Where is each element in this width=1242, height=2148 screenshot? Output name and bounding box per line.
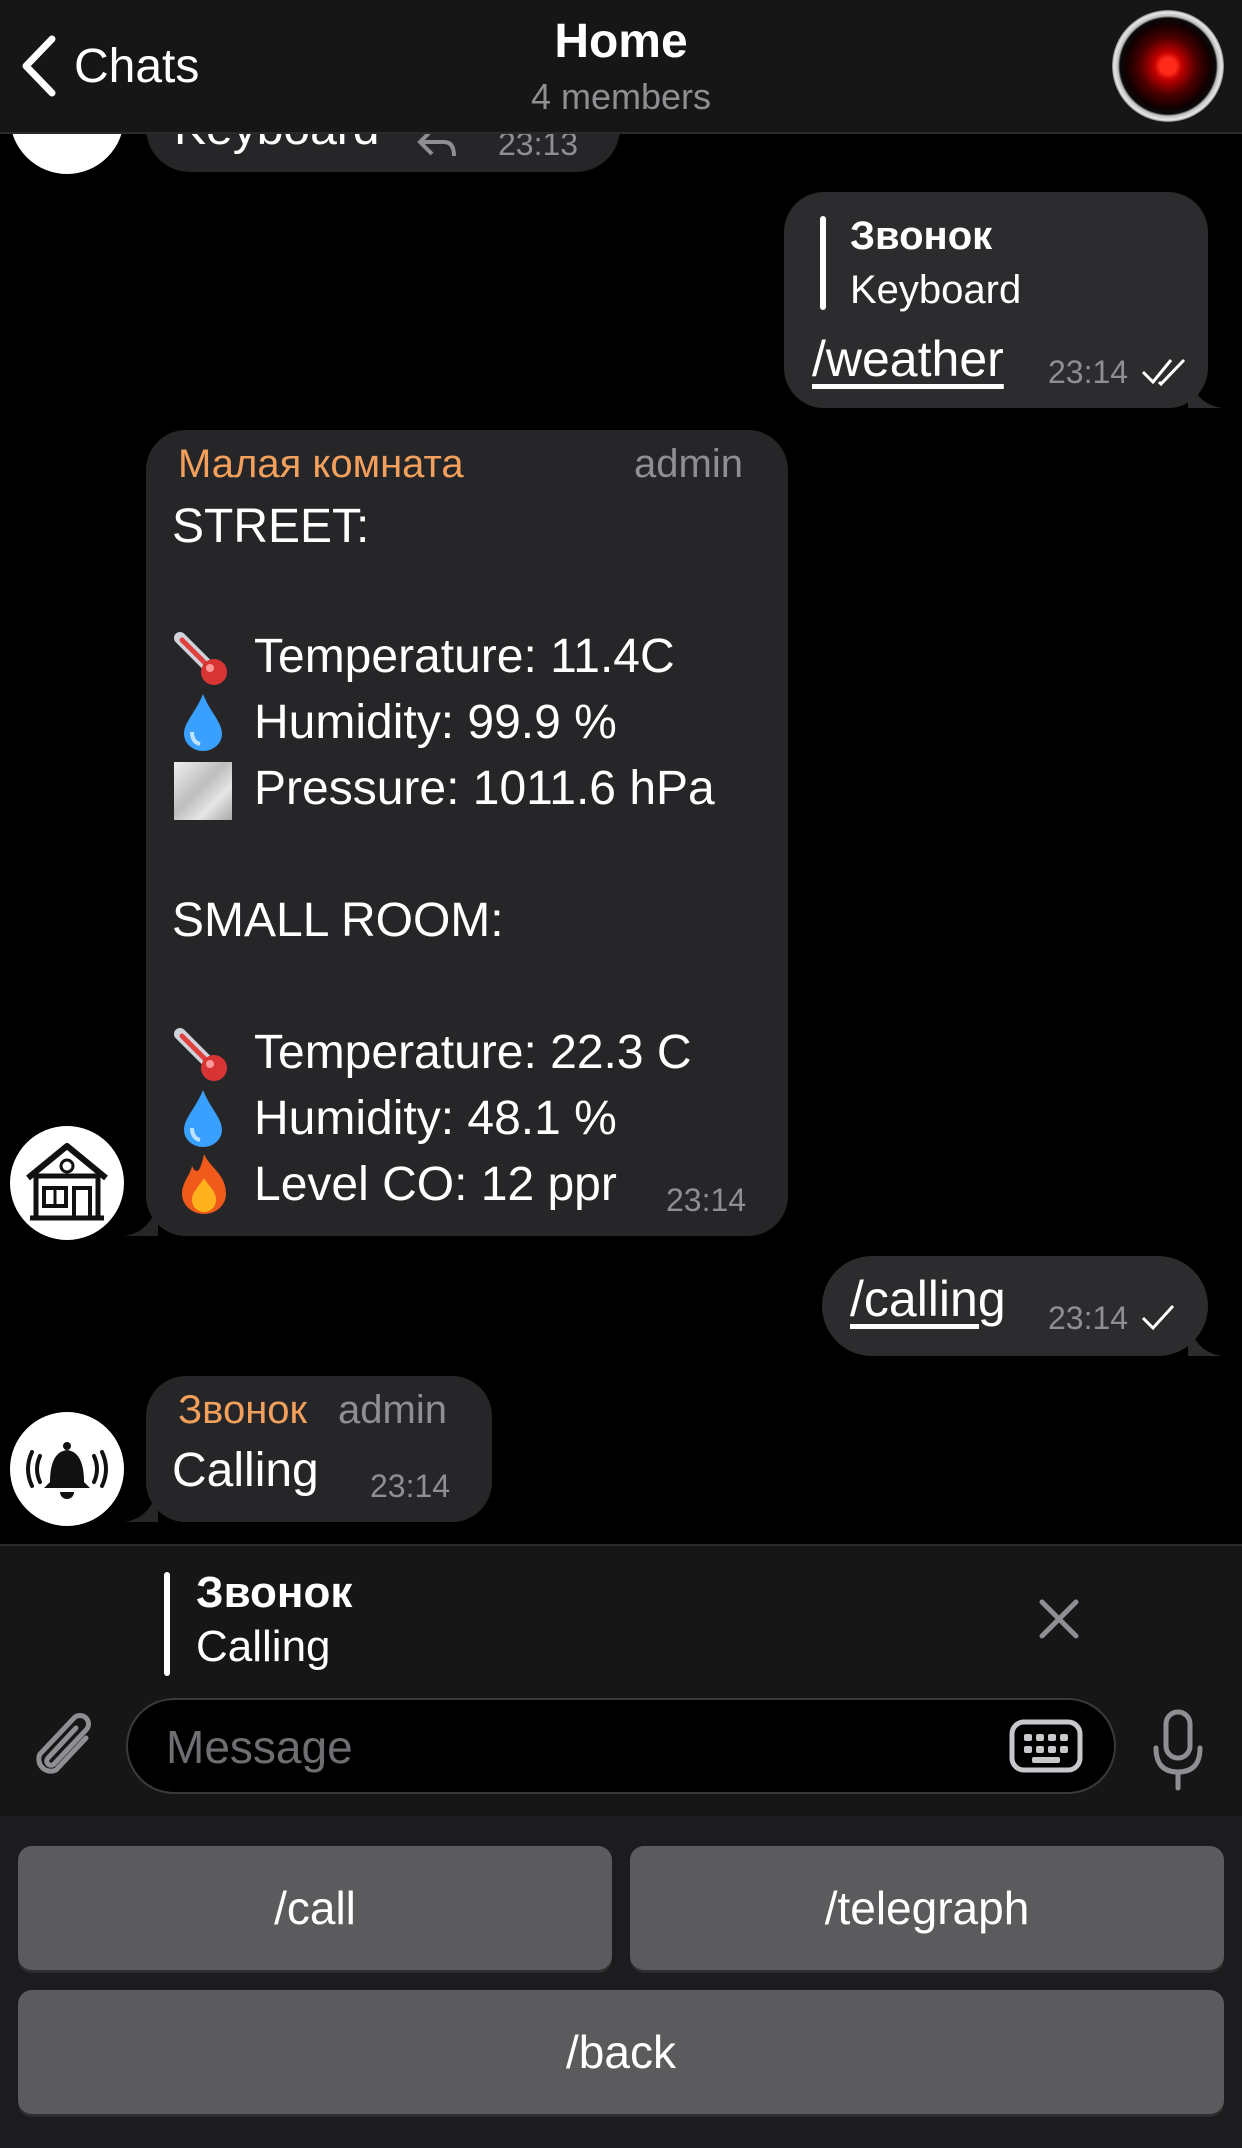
sender-name[interactable]: Звонок bbox=[178, 1388, 307, 1433]
message-time: 23:14 bbox=[1048, 1300, 1129, 1336]
message-text: Calling bbox=[172, 1444, 319, 1497]
section-street: STREET: bbox=[172, 500, 370, 553]
chat-title[interactable]: Home bbox=[0, 14, 1242, 69]
fire-icon bbox=[176, 1152, 232, 1216]
reply-quote-bar bbox=[164, 1572, 170, 1676]
bell-avatar[interactable] bbox=[10, 1412, 124, 1526]
reply-title: Звонок bbox=[196, 1568, 353, 1617]
ringing-bell-icon bbox=[26, 1442, 108, 1499]
house-avatar[interactable] bbox=[10, 1126, 124, 1240]
command-link-weather[interactable]: /weather bbox=[812, 330, 1004, 388]
bot-reply-keyboard: /call /telegraph /back bbox=[0, 1816, 1242, 2148]
quote-bar bbox=[820, 216, 826, 310]
thermometer-icon bbox=[172, 1026, 232, 1086]
droplet-icon bbox=[178, 692, 228, 752]
reply-text: Calling bbox=[196, 1622, 331, 1671]
keyboard-button-call[interactable]: /call bbox=[18, 1846, 612, 1970]
section-small-room: SMALL ROOM: bbox=[172, 894, 504, 947]
room-co-level: Level CO: 12 ppr bbox=[254, 1158, 617, 1211]
bubble-tail bbox=[124, 1486, 158, 1522]
message-time: 23:14 bbox=[1048, 354, 1129, 390]
room-temperature: Temperature: 22.3 C bbox=[254, 1026, 692, 1079]
quote-title: Звонок bbox=[850, 214, 993, 258]
message-time: 23:14 bbox=[370, 1468, 451, 1504]
bubble-tail bbox=[1188, 1320, 1222, 1356]
chat-header: Chats Home 4 members bbox=[0, 0, 1242, 134]
keyboard-button-telegraph[interactable]: /telegraph bbox=[630, 1846, 1224, 1970]
bot-keyboard-icon[interactable] bbox=[1008, 1718, 1084, 1774]
room-humidity: Humidity: 48.1 % bbox=[254, 1092, 617, 1145]
sender-role: admin bbox=[338, 1388, 447, 1432]
command-link-calling[interactable]: /calling bbox=[850, 1270, 1006, 1328]
message-bubble-calling-cmd: /calling 23:14 bbox=[822, 1256, 1208, 1356]
close-icon[interactable] bbox=[1036, 1596, 1082, 1642]
member-count: 4 members bbox=[530, 76, 712, 117]
street-pressure: Pressure: 1011.6 hPa bbox=[254, 762, 715, 815]
bubble-tail bbox=[124, 1200, 158, 1236]
paperclip-icon[interactable] bbox=[30, 1708, 100, 1788]
thermometer-icon bbox=[172, 630, 232, 690]
message-bubble-weather-cmd: Звонок Keyboard /weather 23:14 bbox=[784, 192, 1208, 408]
street-humidity: Humidity: 99.9 % bbox=[254, 696, 617, 749]
double-check-icon bbox=[1141, 358, 1186, 386]
bubble-tail bbox=[1188, 372, 1222, 408]
message-bubble-calling-reply: Звонок admin Calling 23:14 bbox=[146, 1376, 492, 1522]
droplet-icon bbox=[178, 1088, 228, 1148]
message-input-field[interactable] bbox=[126, 1698, 1116, 1794]
quote-text: Keyboard bbox=[850, 268, 1022, 312]
check-icon bbox=[1141, 1304, 1175, 1331]
group-avatar[interactable] bbox=[1112, 10, 1224, 122]
street-temperature: Temperature: 11.4C bbox=[254, 630, 675, 683]
sender-name[interactable]: Малая комната bbox=[178, 442, 464, 487]
message-time: 23:14 bbox=[666, 1182, 747, 1218]
sender-role: admin bbox=[634, 442, 743, 486]
message-bubble-weather-report: Малая комната admin STREET: Temperature:… bbox=[146, 430, 788, 1236]
fog-icon bbox=[174, 762, 232, 820]
microphone-icon[interactable] bbox=[1150, 1708, 1206, 1794]
message-input[interactable] bbox=[164, 1710, 1028, 1784]
keyboard-button-back[interactable]: /back bbox=[18, 1990, 1224, 2114]
house-icon bbox=[26, 1143, 108, 1221]
